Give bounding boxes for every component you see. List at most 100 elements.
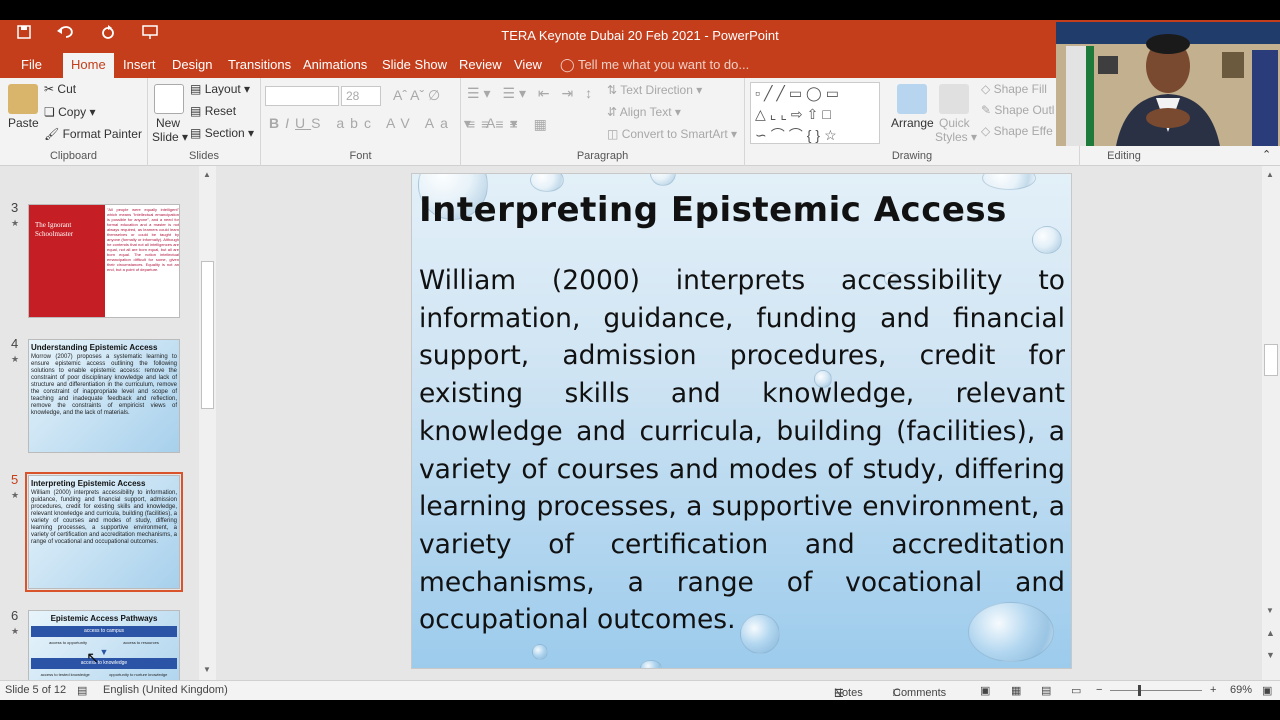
tab-home[interactable]: Home — [63, 53, 114, 78]
scroll-up-icon[interactable]: ▲ — [203, 170, 211, 179]
thumbnail-scrollbar[interactable]: ▲ ▼ — [199, 166, 216, 680]
tab-insert[interactable]: Insert — [123, 57, 156, 72]
paragraph-label: Paragraph — [576, 150, 629, 162]
font-group: 28 Aˆ Aˇ ∅ BIUS abc AV Aa ▾ A ▾ Font — [261, 78, 517, 166]
slide-title[interactable]: Interpreting Epistemic Access — [419, 190, 1007, 230]
font-name-box[interactable] — [265, 86, 339, 106]
animation-star-icon: ★ — [11, 218, 20, 228]
scroll-thumb[interactable] — [1264, 344, 1278, 376]
tab-view[interactable]: View — [514, 57, 542, 72]
animation-star-icon: ★ — [11, 490, 20, 500]
alignment-buttons[interactable]: ≡≡≡≡ ▦ — [467, 116, 553, 133]
thumb-number: 4 — [11, 336, 19, 351]
down-arrow-icon: ▼ — [99, 647, 109, 657]
cut-button[interactable]: ✂ Cut — [44, 82, 76, 96]
thumb-box: access to campus — [31, 626, 177, 637]
section-button[interactable]: ▤ Section ▾ — [190, 126, 254, 140]
layout-icon: ▤ — [190, 82, 202, 96]
grow-font-icon[interactable]: Aˆ Aˇ ∅ — [393, 87, 440, 104]
scroll-up-icon[interactable]: ▲ — [1266, 170, 1274, 179]
arrange-icon[interactable] — [897, 84, 927, 114]
zoom-level[interactable]: 69% — [1230, 684, 1252, 696]
editing-label: Editing — [1107, 150, 1141, 162]
layout-button[interactable]: ▤ Layout ▾ — [190, 82, 250, 96]
new-slide-button-line2[interactable]: Slide ▾ — [152, 130, 188, 144]
text-direction-button[interactable]: ⇅ Text Direction ▾ — [607, 83, 702, 97]
water-drop-decoration — [532, 644, 548, 660]
shape-effects-button[interactable]: ◇ Shape Effe — [981, 124, 1053, 138]
paste-button[interactable]: Paste — [8, 116, 39, 130]
font-label: Font — [349, 150, 372, 162]
thumb-title: Interpreting Epistemic Access — [31, 479, 146, 488]
thumb-row: access to opportunity access to resource… — [31, 639, 177, 646]
canvas-scrollbar[interactable]: ▲ ▼ ▲ ▼ — [1262, 166, 1280, 680]
paragraph-group: ☰▾ ☰▾ ⇤ ⇥ ↕ ⇅ Text Direction ▾ ⇵ Align T… — [461, 78, 745, 166]
previous-slide-icon[interactable]: ▲ — [1266, 628, 1275, 638]
shape-outline-button[interactable]: ✎ Shape Outl — [981, 103, 1054, 117]
tab-transitions[interactable]: Transitions — [228, 57, 291, 72]
tab-file[interactable]: File — [21, 57, 42, 72]
tab-animations[interactable]: Animations — [303, 57, 367, 72]
mouse-pointer-icon: ↖ — [86, 650, 100, 667]
clipboard-group: Paste ✂ Cut ❏ Copy ▾ 🖌 Format Painter Cl… — [0, 78, 148, 166]
thumb-box: access to opportunity — [49, 640, 87, 645]
thumb-book-cover: The Ignorant Schoolmaster — [29, 205, 105, 317]
zoom-in-icon[interactable]: + — [1210, 684, 1216, 696]
reading-view-icon[interactable]: ▤ — [1041, 684, 1051, 697]
convert-smartart-button[interactable]: ◫ Convert to SmartArt ▾ — [607, 127, 737, 141]
thumb-number: 5 — [11, 472, 19, 487]
normal-view-icon[interactable]: ▣ — [980, 684, 990, 697]
scroll-down-icon[interactable]: ▼ — [1266, 606, 1274, 615]
paste-icon[interactable] — [8, 84, 38, 114]
scroll-thumb[interactable] — [201, 261, 214, 409]
next-slide-icon[interactable]: ▼ — [1266, 650, 1275, 660]
slideshow-view-icon[interactable]: ▭ — [1071, 684, 1081, 697]
status-bar: Slide 5 of 12 ▤ English (United Kingdom)… — [0, 680, 1280, 700]
tab-review[interactable]: Review — [459, 57, 502, 72]
tab-design[interactable]: Design — [172, 57, 212, 72]
water-drop-decoration — [1032, 226, 1062, 254]
copy-button[interactable]: ❏ Copy ▾ — [44, 105, 95, 119]
thumb-row: access to tested knowledge opportunity t… — [31, 671, 177, 678]
shape-fill-button[interactable]: ◇ Shape Fill — [981, 82, 1047, 96]
tab-slide-show[interactable]: Slide Show — [382, 57, 447, 72]
font-size-box[interactable]: 28 — [341, 86, 381, 106]
slide-body-text[interactable]: William (2000) interprets accessibility … — [419, 262, 1065, 639]
arrange-button[interactable]: Arrange — [891, 116, 934, 130]
spell-check-icon[interactable]: ▤ — [77, 684, 87, 697]
zoom-slider-thumb[interactable] — [1138, 685, 1141, 696]
thumb-box: access to resources — [123, 640, 159, 645]
shapes-gallery[interactable]: ▫╱╱▭◯▭ △⌞⌞⇨⇧□ ∽⌒⌒{}☆ — [750, 82, 880, 144]
thumb-number: 3 — [11, 200, 19, 215]
zoom-slider-track[interactable] — [1110, 690, 1202, 691]
quick-styles-button-line2[interactable]: Styles ▾ — [935, 130, 977, 144]
list-buttons[interactable]: ☰▾ ☰▾ ⇤ ⇥ ↕ — [467, 85, 596, 102]
outline-icon: ✎ — [981, 103, 992, 117]
format-painter-button[interactable]: 🖌 Format Painter — [44, 127, 142, 141]
new-slide-icon[interactable] — [154, 84, 184, 114]
fit-to-window-icon[interactable]: ▣ — [1262, 684, 1272, 697]
current-slide[interactable]: Interpreting Epistemic Access William (2… — [411, 173, 1072, 669]
zoom-out-icon[interactable]: − — [1096, 684, 1102, 696]
smartart-icon: ◫ — [607, 127, 619, 141]
quick-styles-icon[interactable] — [939, 84, 969, 114]
slide-counter: Slide 5 of 12 — [5, 684, 67, 696]
thumb-box: access to knowledge — [31, 658, 177, 669]
thumb-body: William (2000) interprets accessibility … — [31, 490, 177, 545]
scroll-down-icon[interactable]: ▼ — [203, 665, 211, 674]
language-indicator[interactable]: English (United Kingdom) — [103, 684, 228, 696]
lightbulb-icon: ◯ — [560, 57, 575, 72]
collapse-ribbon-icon[interactable]: ⌃ — [1262, 148, 1271, 161]
reset-button[interactable]: ▤ Reset — [190, 104, 236, 118]
brush-icon: 🖌 — [44, 127, 60, 141]
align-text-button[interactable]: ⇵ Align Text ▾ — [607, 105, 681, 119]
slide-sorter-icon[interactable]: ▦ — [1011, 684, 1021, 697]
slide-thumbnail-4[interactable]: Understanding Epistemic Access Morrow (2… — [28, 339, 180, 453]
thumb-body: "All people were equally intelligent" wh… — [107, 207, 179, 272]
quick-styles-button[interactable]: Quick — [939, 116, 970, 130]
text-direction-icon: ⇅ — [607, 83, 618, 97]
slide-thumbnail-5[interactable]: Interpreting Epistemic Access William (2… — [25, 472, 183, 592]
new-slide-button[interactable]: New — [156, 116, 180, 130]
tell-me-search[interactable]: ◯ Tell me what you want to do... — [560, 57, 749, 73]
slide-thumbnail-3[interactable]: The Ignorant Schoolmaster "All people we… — [28, 204, 180, 318]
